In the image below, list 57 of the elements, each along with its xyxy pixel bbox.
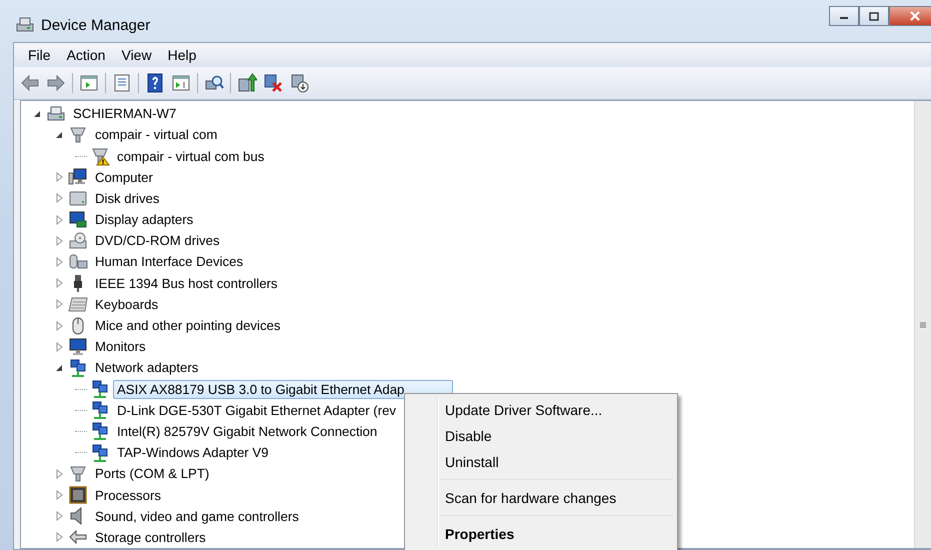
- menu-item[interactable]: Help: [160, 45, 204, 66]
- window-title: Device Manager: [41, 17, 150, 34]
- tree-item[interactable]: Network adapters: [91, 358, 202, 378]
- tree-item[interactable]: Disk drives: [91, 188, 164, 208]
- maximize-icon: [869, 12, 879, 20]
- network-icon: [90, 421, 110, 442]
- menu-item[interactable]: View: [113, 45, 160, 66]
- tree-item[interactable]: compair - virtual com: [91, 125, 222, 144]
- tree-item[interactable]: compair - virtual com bus: [113, 146, 268, 166]
- minimize-button[interactable]: [829, 6, 859, 26]
- monitor-icon: [68, 336, 88, 357]
- tree-item[interactable]: Storage controllers: [91, 528, 210, 547]
- tree-item[interactable]: Monitors: [91, 337, 150, 356]
- disable-icon[interactable]: [289, 73, 309, 94]
- maximize-button[interactable]: [859, 6, 889, 26]
- tree-item[interactable]: Human Interface Devices: [91, 252, 248, 272]
- action-pane-icon[interactable]: [171, 73, 191, 94]
- close-icon: [909, 11, 921, 21]
- menu-item[interactable]: Disable: [407, 423, 675, 449]
- tree-item[interactable]: Ports (COM & LPT): [91, 464, 214, 484]
- tree-item[interactable]: Mice and other pointing devices: [91, 316, 284, 336]
- tree-item[interactable]: DVD/CD-ROM drives: [91, 231, 224, 250]
- menu-item[interactable]: Uninstall: [407, 449, 675, 475]
- menu-item[interactable]: Update Driver Software...: [407, 397, 675, 423]
- processor-icon: [68, 485, 88, 506]
- tree-item[interactable]: D-Link DGE-530T Gigabit Ethernet Adapter (rev: [113, 400, 400, 420]
- tree-item[interactable]: TAP-Windows Adapter V9: [113, 443, 272, 462]
- dvd-drive-icon: [68, 230, 88, 251]
- tree-item[interactable]: Sound, video and game controllers: [91, 506, 303, 526]
- display-adapter-icon: [68, 210, 88, 230]
- tree-item[interactable]: ASIX AX88179 USB 3.0 to Gigabit Ethernet Adap: [113, 380, 454, 399]
- network-icon: [90, 379, 110, 400]
- network-icon: [68, 358, 88, 378]
- menu-item[interactable]: Action: [58, 45, 114, 66]
- back-icon[interactable]: [20, 73, 40, 94]
- help-icon[interactable]: [145, 73, 165, 94]
- tree-item[interactable]: Keyboards: [91, 294, 162, 314]
- port-icon: [68, 464, 88, 484]
- tree-item[interactable]: Processors: [91, 486, 165, 505]
- forward-icon[interactable]: [46, 73, 66, 94]
- port-icon: [68, 124, 88, 145]
- uninstall-icon[interactable]: [263, 73, 283, 94]
- network-icon: [90, 400, 110, 420]
- properties-icon[interactable]: [112, 73, 132, 94]
- tree-item[interactable]: Computer: [91, 168, 157, 187]
- tree-pane-icon[interactable]: [79, 73, 99, 94]
- tree-item[interactable]: SCHIERMAN-W7: [69, 104, 180, 124]
- tree-item[interactable]: IEEE 1394 Bus host controllers: [91, 274, 282, 293]
- update-driver-icon[interactable]: [237, 73, 257, 94]
- menu-item[interactable]: File: [20, 45, 59, 66]
- computer-icon: [68, 167, 88, 188]
- grip-icon: [919, 320, 927, 329]
- close-button[interactable]: [889, 6, 931, 26]
- device-manager-icon: [15, 16, 35, 34]
- tree-item[interactable]: Display adapters: [91, 210, 198, 230]
- network-icon: [90, 442, 110, 463]
- tree-item[interactable]: Intel(R) 82579V Gigabit Network Connection: [113, 422, 382, 441]
